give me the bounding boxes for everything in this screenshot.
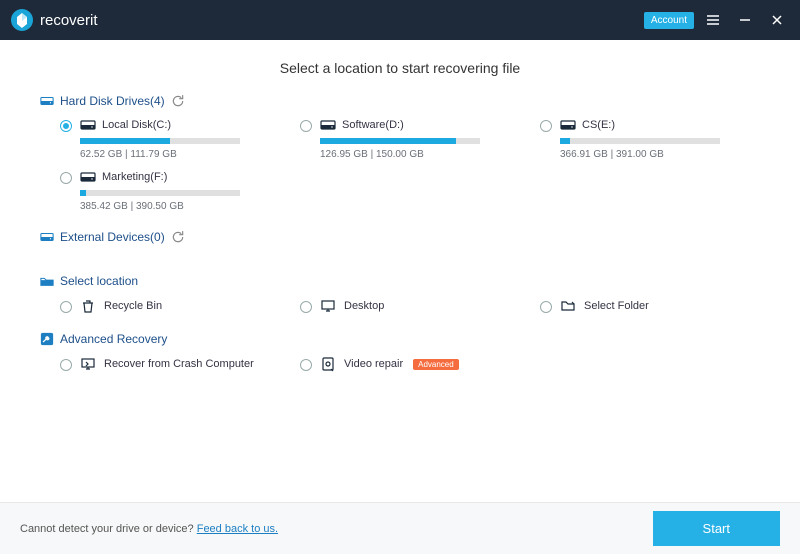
drive-section-icon [40,94,54,108]
external-section-icon [40,230,54,244]
radio-select-folder[interactable] [540,301,552,313]
location-recycle-bin[interactable]: Recycle Bin [60,298,280,314]
location-grid: Recycle Bin Desktop Select Folder [40,298,760,314]
footer: Cannot detect your drive or device? Feed… [0,502,800,554]
app-logo: recoverit [10,8,98,32]
minimize-icon[interactable] [732,7,758,33]
disk-icon [80,170,96,184]
refresh-icon[interactable] [171,230,185,244]
usage-bar [80,138,240,144]
content-area: Select a location to start recovering fi… [0,40,800,502]
titlebar: recoverit Account [0,0,800,40]
location-select-folder[interactable]: Select Folder [540,298,760,314]
crash-icon [80,356,96,372]
drive-stats: 366.91 GB | 391.00 GB [560,149,760,160]
disk-icon [560,118,576,132]
drive-software-d[interactable]: Software(D:) 126.95 GB | 150.00 GB [300,118,520,160]
section-label: Advanced Recovery [60,332,167,346]
drive-stats: 62.52 GB | 111.79 GB [80,149,280,160]
section-label: External Devices(0) [60,230,165,244]
logo-icon [10,8,34,32]
advanced-label: Video repair [344,358,403,370]
drive-local-c[interactable]: Local Disk(C:) 62.52 GB | 111.79 GB [60,118,280,160]
page-title: Select a location to start recovering fi… [40,60,760,76]
radio-drive-e[interactable] [540,120,552,132]
folder-icon [560,298,576,314]
advanced-badge: Advanced [413,359,459,370]
radio-video-repair[interactable] [300,359,312,371]
section-external-header: External Devices(0) [40,230,760,244]
drives-grid: Local Disk(C:) 62.52 GB | 111.79 GB Soft… [40,118,760,212]
disk-icon [80,118,96,132]
desktop-icon [320,298,336,314]
section-hard-disk-header: Hard Disk Drives(4) [40,94,760,108]
radio-drive-c[interactable] [60,120,72,132]
location-label: Recycle Bin [104,300,162,312]
drive-stats: 126.95 GB | 150.00 GB [320,149,520,160]
drive-name: Local Disk(C:) [102,119,171,131]
footer-text: Cannot detect your drive or device? Feed… [20,523,278,535]
brand-text: recoverit [40,12,98,29]
location-desktop[interactable]: Desktop [300,298,520,314]
radio-drive-d[interactable] [300,120,312,132]
app-window: recoverit Account Select a location to s… [0,0,800,554]
radio-desktop[interactable] [300,301,312,313]
drive-name: CS(E:) [582,119,615,131]
close-icon[interactable] [764,7,790,33]
drive-name: Software(D:) [342,119,404,131]
drive-marketing-f[interactable]: Marketing(F:) 385.42 GB | 390.50 GB [60,170,280,212]
drive-cs-e[interactable]: CS(E:) 366.91 GB | 391.00 GB [540,118,760,160]
section-label: Hard Disk Drives(4) [60,94,165,108]
radio-recycle-bin[interactable] [60,301,72,313]
footer-msg: Cannot detect your drive or device? [20,523,197,535]
advanced-video-repair[interactable]: Video repair Advanced [300,356,520,372]
disk-icon [320,118,336,132]
video-repair-icon [320,356,336,372]
drive-name: Marketing(F:) [102,171,167,183]
advanced-label: Recover from Crash Computer [104,358,254,370]
menu-icon[interactable] [700,7,726,33]
account-button[interactable]: Account [644,12,694,29]
start-button[interactable]: Start [653,511,780,546]
location-label: Select Folder [584,300,649,312]
radio-crash-computer[interactable] [60,359,72,371]
advanced-grid: Recover from Crash Computer Video repair… [40,356,760,372]
usage-bar [560,138,720,144]
drive-stats: 385.42 GB | 390.50 GB [80,201,280,212]
refresh-icon[interactable] [171,94,185,108]
folder-section-icon [40,274,54,288]
section-select-location-header: Select location [40,274,760,288]
advanced-crash-computer[interactable]: Recover from Crash Computer [60,356,280,372]
usage-bar [80,190,240,196]
recycle-bin-icon [80,298,96,314]
feedback-link[interactable]: Feed back to us. [197,523,278,535]
radio-drive-f[interactable] [60,172,72,184]
location-label: Desktop [344,300,384,312]
usage-bar [320,138,480,144]
section-advanced-header: Advanced Recovery [40,332,760,346]
wrench-section-icon [40,332,54,346]
section-label: Select location [60,274,138,288]
